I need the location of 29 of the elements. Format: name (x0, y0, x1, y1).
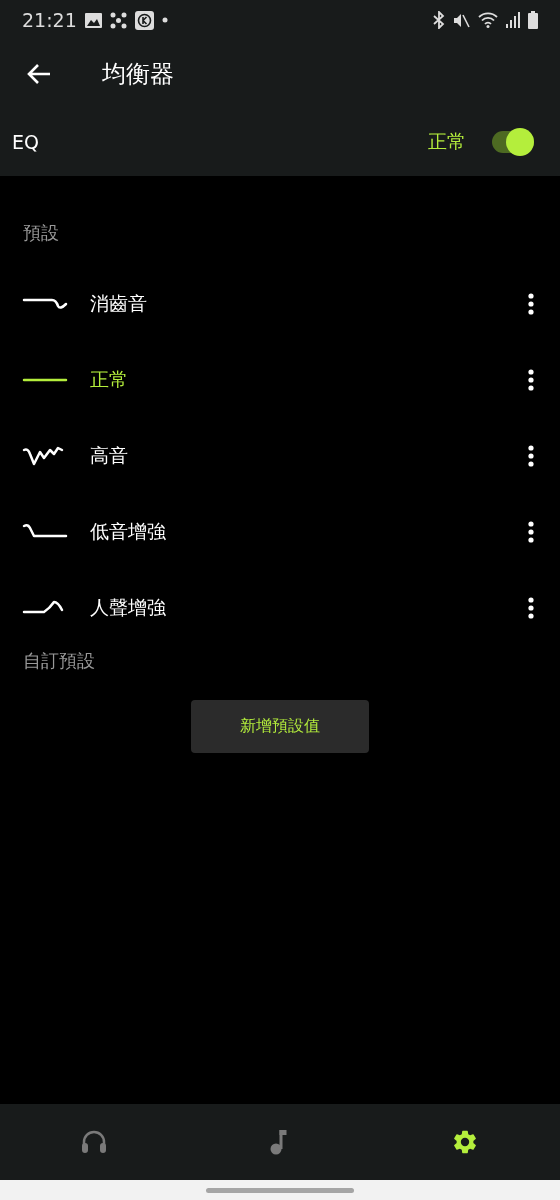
preset-item[interactable]: 消齒音 (90, 291, 502, 317)
status-time: 21:21 (22, 9, 77, 31)
signal-icon (506, 12, 520, 28)
bluetooth-icon (433, 11, 445, 29)
more-vertical-icon (528, 521, 534, 543)
add-preset-button[interactable]: 新增預設值 (191, 700, 369, 753)
battery-icon (528, 11, 538, 29)
screen-title: 均衡器 (102, 59, 174, 90)
more-vertical-icon (528, 293, 534, 315)
more-vertical-icon (528, 369, 534, 391)
image-icon (84, 12, 102, 28)
eq-label: EQ (12, 131, 39, 153)
current-preset: 正常 (428, 129, 466, 154)
preset-item[interactable]: 低音增強 (90, 519, 502, 545)
section-heading: 預設 (22, 221, 60, 245)
eq-curve-icon (22, 378, 68, 382)
more-vertical-icon (528, 445, 534, 467)
wifi-icon (478, 12, 498, 28)
eq-toggle[interactable] (506, 128, 534, 156)
preset-item[interactable]: 人聲增強 (90, 595, 502, 621)
preset-item[interactable]: 高音 (90, 443, 502, 469)
section-heading: 自訂預設 (22, 649, 96, 673)
network-nodes-icon (109, 11, 127, 29)
dot-icon (161, 17, 168, 23)
headphones-icon (81, 1130, 108, 1154)
music-note-icon (270, 1129, 288, 1155)
app-badge-icon (134, 10, 154, 30)
preset-item[interactable]: 正常 (90, 367, 502, 393)
more-vertical-icon (528, 597, 534, 619)
